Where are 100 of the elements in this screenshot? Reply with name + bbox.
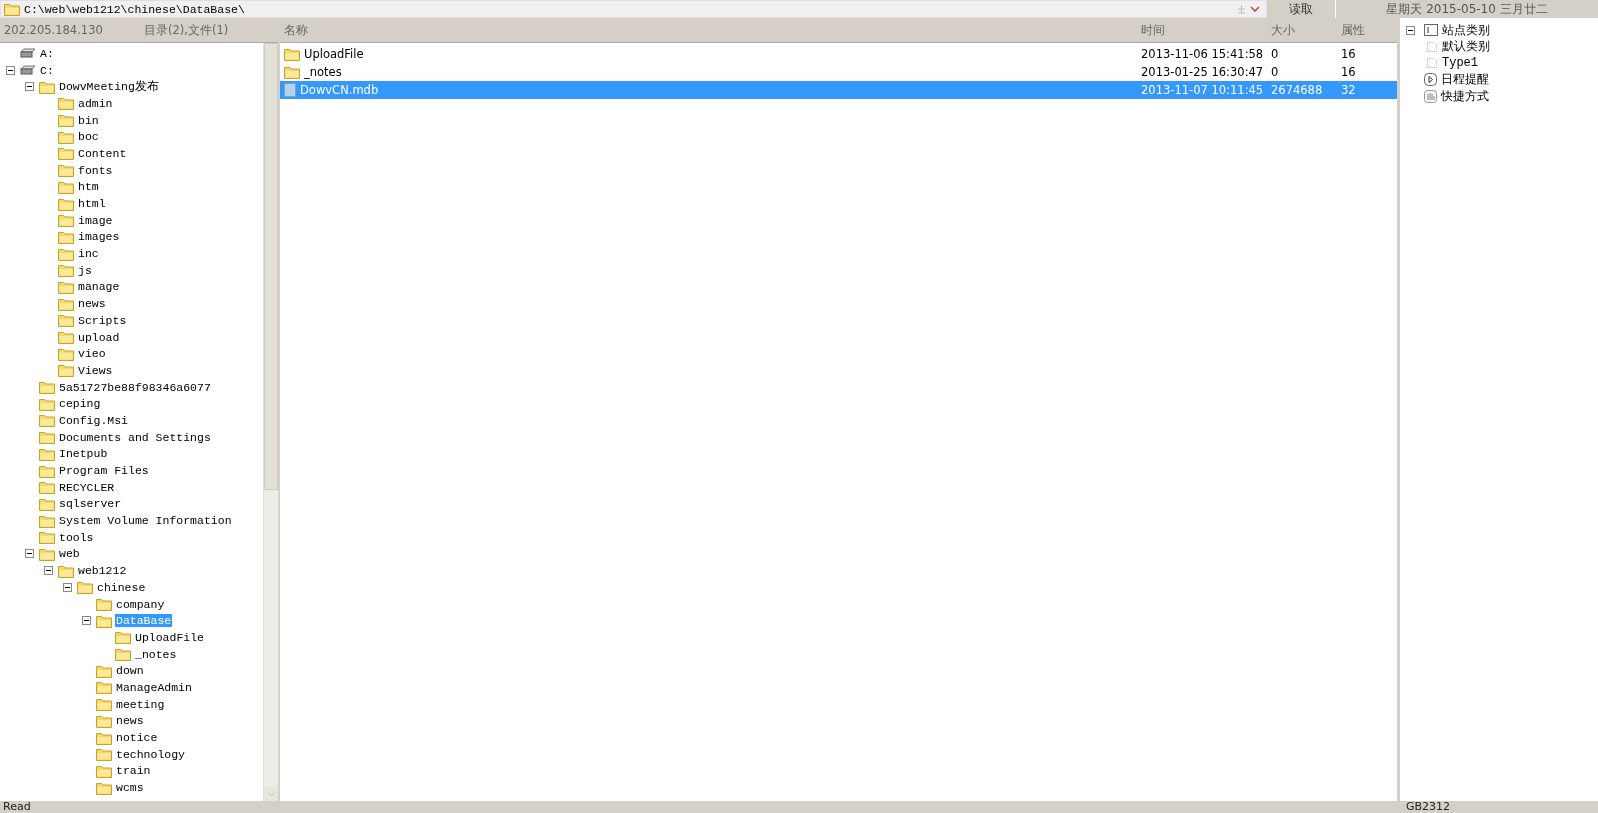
tree-item[interactable]: web1212 [77, 564, 128, 578]
scroll-thumb[interactable] [264, 43, 278, 490]
expand-toggle[interactable] [1406, 25, 1415, 35]
path-field[interactable]: C:\web\web1212\chinese\DataBase\ [0, 0, 1267, 18]
tree-item[interactable]: news [115, 714, 145, 728]
folder-icon [96, 763, 112, 778]
folder-icon [39, 79, 55, 94]
hand-icon [1424, 89, 1437, 103]
tree-item[interactable]: ceping [58, 397, 102, 411]
host-address: 202.205.184.130 [3, 23, 104, 37]
tree-item[interactable]: manage [77, 280, 121, 294]
column-header[interactable]: 时间 [1137, 22, 1267, 38]
tree-item[interactable]: sqlserver [58, 497, 123, 511]
tree-item[interactable]: C: [39, 63, 55, 77]
tree-item[interactable]: news [77, 297, 107, 311]
tree-item[interactable]: DowvMeeting发布 [58, 79, 160, 95]
folder-icon [58, 146, 74, 161]
column-header[interactable]: 属性 [1337, 22, 1397, 38]
chevron-down-icon [267, 791, 275, 797]
folder-icon [58, 229, 74, 244]
tree-item[interactable]: bin [77, 113, 100, 127]
expand-toggle[interactable] [44, 566, 53, 576]
page-icon [1426, 40, 1438, 53]
tree-item[interactable]: html [77, 197, 107, 211]
encoding-label: GB2312 [1405, 801, 1451, 813]
file-time: 2013-11-06 15:41:58 [1140, 47, 1265, 61]
expand-toggle[interactable] [82, 616, 91, 626]
file-row[interactable]: _notes 2013-01-25 16:30:47 0 16 [280, 63, 1397, 81]
folder-icon [39, 396, 55, 411]
side-tree-item[interactable]: 默认类别 [1442, 38, 1490, 56]
tree-item[interactable]: fonts [77, 163, 114, 177]
file-time: 2013-11-07 10:11:45 [1140, 83, 1265, 97]
chevron-down-icon[interactable] [1250, 5, 1260, 13]
tree-item[interactable]: htm [77, 180, 100, 194]
tree-item[interactable]: A: [39, 46, 55, 60]
tree-item[interactable]: admin [77, 96, 114, 110]
tree-item[interactable]: Inetpub [58, 447, 109, 461]
folder-icon [96, 597, 112, 612]
tree-item[interactable]: System Volume Information [58, 514, 233, 528]
tree-item[interactable]: images [77, 230, 121, 244]
scrollbar[interactable] [263, 43, 278, 801]
folder-icon [96, 747, 112, 762]
folder-icon [39, 430, 55, 445]
side-tree-item[interactable]: 日程提醒 [1441, 71, 1489, 89]
folder-icon [77, 580, 93, 595]
tree-item[interactable]: meeting [115, 697, 166, 711]
tree-item[interactable]: Program Files [58, 464, 150, 478]
tree-item[interactable]: Config.Msi [58, 413, 129, 427]
column-header[interactable]: 名称 [280, 22, 1137, 38]
tree-item[interactable]: inc [77, 247, 100, 261]
folder-icon [58, 296, 74, 311]
expand-toggle[interactable] [25, 549, 34, 559]
category-icon [1424, 24, 1438, 37]
side-tree-item[interactable]: 快捷方式 [1441, 87, 1489, 105]
folder-icon [39, 446, 55, 461]
file-name: UploadFile [304, 47, 364, 61]
tree-item[interactable]: _notes [134, 647, 178, 661]
tree-item[interactable]: chinese [96, 580, 147, 594]
folder-icon [58, 563, 74, 578]
folder-icon [39, 496, 55, 511]
tree-item[interactable]: vieo [77, 347, 107, 361]
read-button[interactable]: 读取 [1267, 0, 1335, 18]
folder-icon [58, 246, 74, 261]
folder-icon [39, 513, 55, 528]
tree-item[interactable]: 5a51727be88f98346a6077 [58, 380, 212, 394]
tree-item[interactable]: ManageAdmin [115, 680, 193, 694]
date-label: 星期天 2015-05-10 三月廿二 [1335, 0, 1598, 18]
file-size: 0 [1270, 65, 1280, 79]
tree-item[interactable]: wcms [115, 781, 145, 795]
tree-item[interactable]: boc [77, 130, 100, 144]
tree-item[interactable]: upload [77, 330, 121, 344]
file-icon [284, 83, 296, 97]
file-row[interactable]: UploadFile 2013-11-06 15:41:58 0 16 [280, 45, 1397, 63]
tree-item[interactable]: train [115, 764, 152, 778]
tree-item[interactable]: Views [77, 363, 114, 377]
tree-item[interactable]: notice [115, 731, 159, 745]
expand-toggle[interactable] [63, 582, 72, 592]
folder-icon [96, 680, 112, 695]
tree-item[interactable]: down [115, 664, 145, 678]
column-header[interactable]: 大小 [1267, 22, 1337, 38]
expand-toggle[interactable] [6, 65, 15, 75]
tree-item[interactable]: company [115, 597, 166, 611]
tree-item[interactable]: UploadFile [134, 630, 205, 644]
side-tree-item[interactable]: 站点类别 [1442, 21, 1490, 39]
folder-icon [39, 463, 55, 478]
tree-item[interactable]: web [58, 547, 81, 561]
folder-icon [58, 346, 74, 361]
tree-item[interactable]: image [77, 213, 114, 227]
tree-item[interactable]: js [77, 263, 93, 277]
side-tree-item[interactable]: Type1 [1442, 56, 1478, 71]
tree-item[interactable]: Documents and Settings [58, 430, 212, 444]
folder-icon [58, 96, 74, 111]
tree-item[interactable]: RECYCLER [58, 480, 116, 494]
tree-item[interactable]: technology [115, 747, 186, 761]
expand-toggle[interactable] [25, 82, 34, 92]
folder-icon [39, 413, 55, 428]
folder-icon [58, 129, 74, 144]
tree-item[interactable]: Scripts [77, 313, 128, 327]
tree-item[interactable]: tools [58, 530, 95, 544]
tree-item[interactable]: Content [77, 146, 128, 160]
